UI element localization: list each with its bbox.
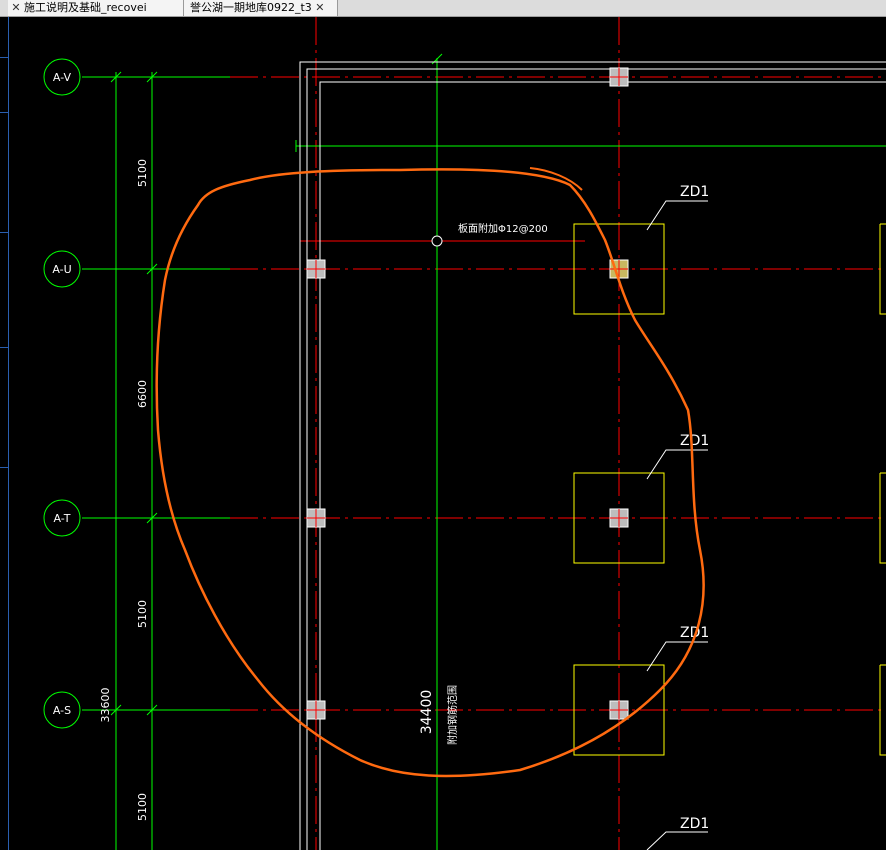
dim-text-6600: 6600 (136, 380, 149, 408)
columns (306, 67, 629, 720)
dim-text-5100-top: 5100 (136, 159, 149, 187)
dim-text-total-outer: 33600 (99, 688, 112, 723)
dim-text-total-inner: 34400 (419, 690, 435, 735)
axis-label-a-u: A-U (52, 263, 71, 276)
axis-label-a-s: A-S (53, 704, 71, 717)
wall-outline (299, 61, 886, 850)
footing-tags (646, 200, 708, 850)
dim-text-5100-mid: 5100 (136, 600, 149, 628)
footing-tag-1: ZD1 (680, 184, 709, 200)
dimension-lines (110, 53, 886, 850)
axis-bubbles: A-V A-U A-T A-S (43, 58, 81, 729)
vertical-note-text: 附加钢筋范围 (446, 685, 459, 745)
axis-label-a-v: A-V (53, 71, 72, 84)
footing-tag-2: ZD1 (680, 433, 709, 449)
dim-text-5100-bottom: 5100 (136, 793, 149, 821)
rebar-note-text: 板面附加Φ12@200 (458, 222, 548, 235)
column-av-619 (609, 67, 629, 87)
column-as-619 (609, 700, 629, 720)
footings (573, 223, 886, 756)
cad-drawing-canvas[interactable]: A-V A-U A-T A-S 5100 6600 5100 5100 3360… (0, 0, 886, 850)
column-at-619 (609, 508, 629, 528)
column-at-316 (306, 508, 326, 528)
axis-label-a-t: A-T (54, 512, 71, 525)
column-au-316 (306, 259, 326, 279)
rebar-marker (431, 235, 443, 247)
axis-lines (82, 17, 886, 850)
footing-tag-4: ZD1 (680, 816, 709, 832)
dimension-texts: 5100 6600 5100 5100 33600 34400 附加钢筋范围 (99, 159, 459, 821)
column-as-316 (306, 700, 326, 720)
